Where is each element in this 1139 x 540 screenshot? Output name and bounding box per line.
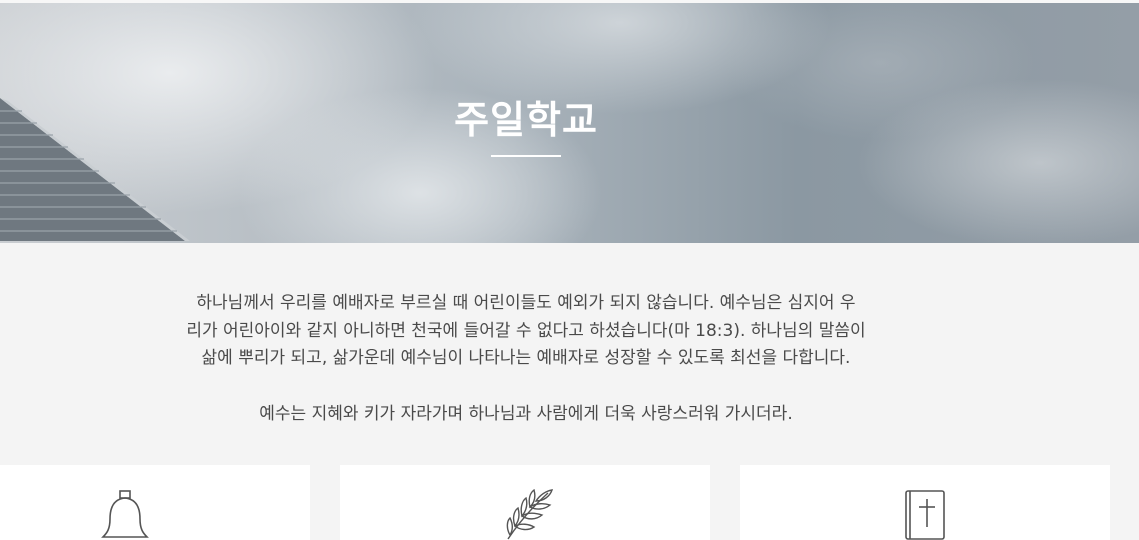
olive-branch-icon: [506, 489, 554, 540]
bible-verse: 예수는 지혜와 키가 자라가며 하나님과 사람에게 더욱 사랑스러워 가시더라.: [259, 404, 793, 424]
hero-banner: 주일학교: [0, 3, 1139, 243]
feature-card-bible[interactable]: [740, 465, 1110, 540]
title-underline: [491, 155, 561, 157]
intro-line-3: 삶에 뿌리가 되고, 삶가운데 예수님이 나타나는 예배자로 성장할 수 있도록…: [201, 348, 851, 368]
intro-line-1: 하나님께서 우리를 예배자로 부르실 때 어린이들도 예외가 되지 않습니다. …: [196, 293, 856, 313]
feature-card-branch[interactable]: [340, 465, 710, 540]
feature-card-bell[interactable]: [0, 465, 310, 540]
bible-cross-icon: [905, 490, 945, 540]
page-title: 주일학교: [454, 98, 598, 142]
intro-line-2: 리가 어린아이와 같지 아니하면 천국에 들어갈 수 없다고 하셨습니다(마 1…: [186, 320, 866, 341]
intro-text: 하나님께서 우리를 예배자로 부르실 때 어린이들도 예외가 되지 않습니다. …: [140, 290, 912, 373]
bell-icon: [101, 490, 149, 538]
